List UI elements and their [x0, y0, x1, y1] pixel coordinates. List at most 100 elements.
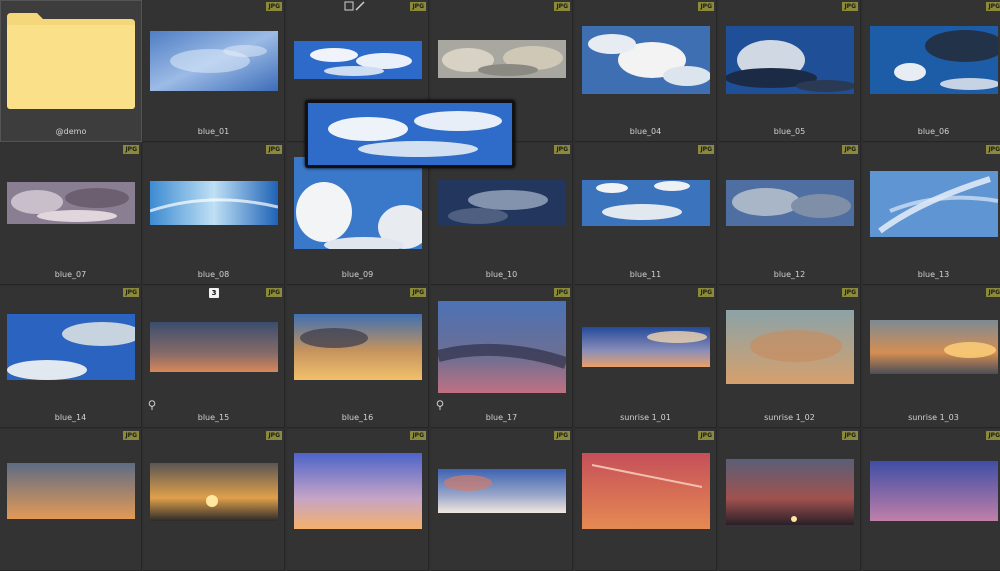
- jpg-badge: JPG: [554, 288, 570, 297]
- thumbnail-image: [869, 461, 998, 521]
- jpg-badge: JPG: [842, 288, 858, 297]
- thumbnail-image: [149, 463, 278, 521]
- folder-label: @demo: [55, 127, 87, 136]
- thumbnail-cell[interactable]: JPG sunrise 1_03: [863, 286, 1000, 428]
- jpg-badge: JPG: [986, 145, 1000, 154]
- thumbnail-image: [869, 320, 998, 374]
- thumbnail-image: [6, 463, 135, 519]
- thumbnail-image: [869, 26, 998, 94]
- thumbnail-label: blue_01: [197, 127, 230, 136]
- thumbnail-cell[interactable]: JPG: [287, 429, 429, 571]
- thumbnail-cell[interactable]: JPG blue_05: [719, 0, 861, 142]
- thumbnail-grid: @demo JPG blue_01 JPG JPG JPG blue_04 JP…: [0, 0, 1000, 571]
- jpg-badge: JPG: [698, 431, 714, 440]
- thumbnail-cell[interactable]: JPG blue_07: [0, 143, 142, 285]
- thumbnail-label: blue_09: [341, 270, 374, 279]
- thumbnail-image: [293, 453, 422, 529]
- thumbnail-image: [149, 181, 278, 225]
- edit-icon[interactable]: [355, 1, 365, 11]
- thumbnail-label: blue_14: [54, 413, 87, 422]
- thumbnail-image: [581, 180, 710, 226]
- thumbnail-cell[interactable]: JPG: [0, 429, 142, 571]
- thumbnail-label: blue_15: [197, 413, 230, 422]
- thumbnail-image: [725, 459, 854, 525]
- thumbnail-image: [581, 453, 710, 529]
- jpg-badge: JPG: [986, 288, 1000, 297]
- thumbnail-label: blue_17: [485, 413, 518, 422]
- thumbnail-cell[interactable]: JPG blue_04: [575, 0, 717, 142]
- jpg-badge: JPG: [266, 288, 282, 297]
- jpg-badge: JPG: [842, 2, 858, 11]
- jpg-badge: JPG: [410, 431, 426, 440]
- drag-preview-image: [308, 103, 512, 165]
- jpg-badge: JPG: [266, 431, 282, 440]
- thumbnail-cell[interactable]: JPG blue_06: [863, 0, 1000, 142]
- thumbnail-image: [581, 26, 710, 94]
- thumbnail-cell[interactable]: JPG blue_01: [143, 0, 285, 142]
- thumbnail-cell[interactable]: JPG: [863, 429, 1000, 571]
- thumbnail-cell[interactable]: JPG: [431, 429, 573, 571]
- thumbnail-image: [581, 327, 710, 367]
- thumbnail-cell[interactable]: 3 JPG blue_15: [143, 286, 285, 428]
- thumbnail-label: sunrise 1_01: [620, 413, 671, 422]
- thumbnail-cell[interactable]: JPG blue_17: [431, 286, 573, 428]
- thumbnail-image: [149, 31, 278, 91]
- thumbnail-label: blue_07: [54, 270, 87, 279]
- location-pin-icon: [148, 400, 156, 410]
- thumbnail-cell[interactable]: JPG blue_11: [575, 143, 717, 285]
- jpg-badge: JPG: [266, 2, 282, 11]
- thumbnail-image: [293, 41, 422, 79]
- thumbnail-label: blue_11: [629, 270, 662, 279]
- thumbnail-image: [869, 171, 998, 237]
- jpg-badge: JPG: [123, 431, 139, 440]
- thumbnail-label: sunrise 1_03: [908, 413, 959, 422]
- thumbnail-image: [437, 180, 566, 226]
- jpg-badge: JPG: [698, 145, 714, 154]
- thumbnail-cell[interactable]: JPG blue_14: [0, 286, 142, 428]
- jpg-badge: JPG: [554, 431, 570, 440]
- jpg-badge: JPG: [554, 2, 570, 11]
- thumbnail-cell[interactable]: JPG sunrise 1_02: [719, 286, 861, 428]
- jpg-badge: JPG: [986, 2, 1000, 11]
- thumbnail-image: [437, 40, 566, 78]
- jpg-badge: JPG: [698, 2, 714, 11]
- folder-cell[interactable]: @demo: [0, 0, 142, 142]
- thumbnail-label: blue_08: [197, 270, 230, 279]
- jpg-badge: JPG: [410, 288, 426, 297]
- thumbnail-label: blue_12: [773, 270, 806, 279]
- jpg-badge: JPG: [986, 431, 1000, 440]
- thumbnail-label: blue_05: [773, 127, 806, 136]
- thumbnail-cell[interactable]: JPG blue_13: [863, 143, 1000, 285]
- thumbnail-label: blue_16: [341, 413, 374, 422]
- jpg-badge: JPG: [123, 288, 139, 297]
- thumbnail-cell[interactable]: JPG blue_08: [143, 143, 285, 285]
- thumbnail-image: [725, 310, 854, 384]
- thumbnail-image: [293, 157, 422, 249]
- thumbnail-label: blue_06: [917, 127, 950, 136]
- stack-count-badge: 3: [209, 288, 219, 298]
- folder-icon: [7, 13, 135, 109]
- drag-preview: [305, 100, 515, 168]
- thumbnail-cell[interactable]: JPG blue_16: [287, 286, 429, 428]
- jpg-badge: JPG: [698, 288, 714, 297]
- thumbnail-cell[interactable]: JPG: [143, 429, 285, 571]
- jpg-badge: JPG: [842, 431, 858, 440]
- thumbnail-cell[interactable]: JPG sunrise 1_01: [575, 286, 717, 428]
- thumbnail-image: [6, 182, 135, 224]
- jpg-badge: JPG: [123, 145, 139, 154]
- checkbox-icon[interactable]: [344, 1, 354, 11]
- thumbnail-cell[interactable]: JPG: [719, 429, 861, 571]
- thumbnail-image: [725, 26, 854, 94]
- jpg-badge: JPG: [554, 145, 570, 154]
- thumbnail-cell[interactable]: JPG: [575, 429, 717, 571]
- thumbnail-label: blue_13: [917, 270, 950, 279]
- thumbnail-image: [6, 314, 135, 380]
- thumbnail-cell[interactable]: JPG blue_12: [719, 143, 861, 285]
- jpg-badge: JPG: [266, 145, 282, 154]
- thumbnail-image: [149, 322, 278, 372]
- jpg-badge: JPG: [410, 2, 426, 11]
- jpg-badge: JPG: [842, 145, 858, 154]
- thumbnail-label: blue_10: [485, 270, 518, 279]
- thumbnail-image: [725, 180, 854, 226]
- thumbnail-image: [437, 301, 566, 393]
